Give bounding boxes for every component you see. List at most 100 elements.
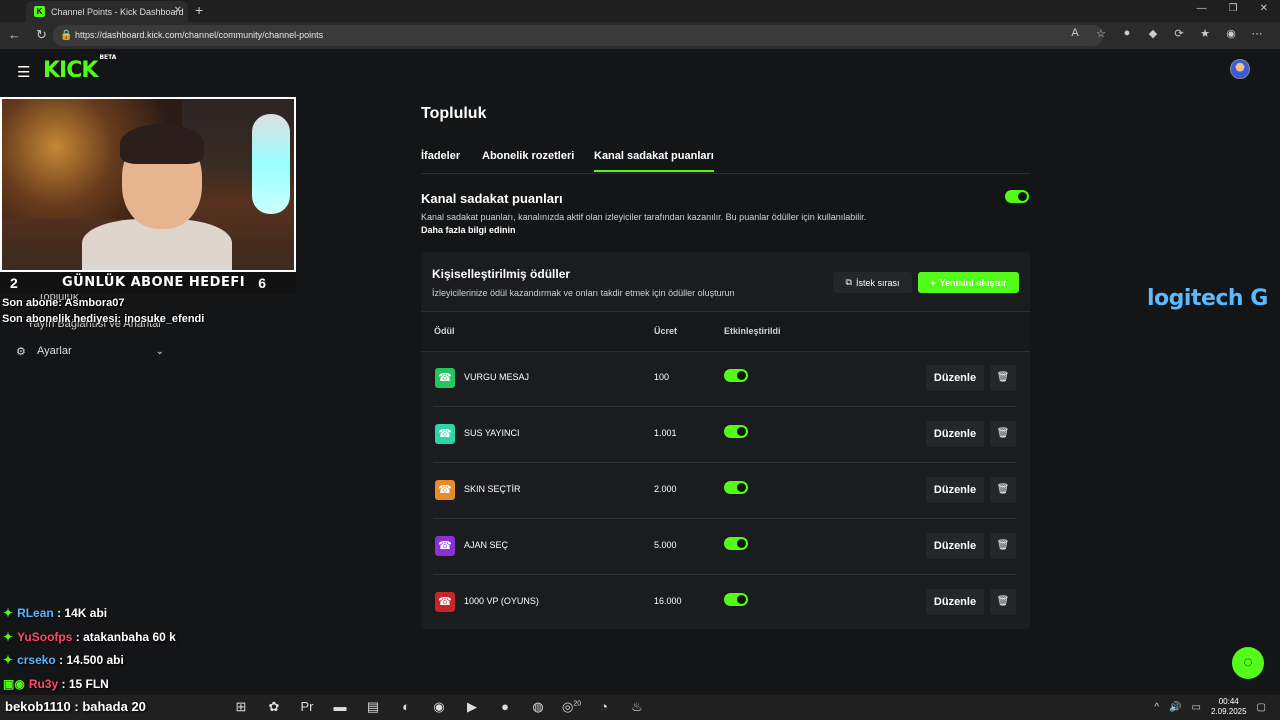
- settings-label: Ayarlar: [37, 345, 72, 357]
- restore-icon[interactable]: ❐: [1229, 3, 1238, 14]
- file-explorer-icon[interactable]: ▬: [331, 699, 349, 715]
- close-window-icon[interactable]: ✕: [1260, 3, 1268, 14]
- edit-button[interactable]: Düzenle: [926, 365, 984, 391]
- section-title: Kanal sadakat puanları: [421, 191, 563, 206]
- edit-button[interactable]: Düzenle: [926, 421, 984, 447]
- trash-icon[interactable]: 🗑: [990, 533, 1016, 559]
- favorites-icon[interactable]: ★: [1198, 27, 1212, 40]
- notification-icon[interactable]: ▢: [1257, 702, 1266, 713]
- reward-name: AJAN SEÇ: [464, 540, 509, 550]
- rewards-panel: Kişiselleştirilmiş ödüller İzleyicilerin…: [421, 252, 1030, 629]
- tab-emotes[interactable]: İfadeler: [421, 150, 460, 162]
- reward-enabled-toggle[interactable]: [724, 593, 748, 606]
- premiere-icon[interactable]: Pr: [298, 699, 316, 715]
- read-aloud-icon[interactable]: A: [1068, 27, 1082, 40]
- reward-enabled-toggle[interactable]: [724, 537, 748, 550]
- sync-icon[interactable]: ⟳: [1172, 27, 1186, 40]
- edit-button[interactable]: Düzenle: [926, 477, 984, 503]
- webcam-overlay: [0, 97, 296, 272]
- edge-icon[interactable]: ◐: [397, 699, 415, 715]
- tab-channel-points[interactable]: Kanal sadakat puanları: [594, 150, 714, 172]
- badge-icon: ✦: [3, 653, 14, 667]
- col-cost: Ücret: [654, 326, 678, 336]
- task-view-icon[interactable]: ⊞: [232, 699, 250, 715]
- clock[interactable]: 00:44 2.09.2025: [1211, 697, 1247, 717]
- browser-tab-bar: K Channel Points - Kick Dashboard ✕ + — …: [0, 0, 1280, 22]
- whatsapp-icon[interactable]: ◎20: [562, 699, 581, 715]
- tab-title: Channel Points - Kick Dashboard: [51, 6, 184, 17]
- support-chat-icon[interactable]: ◌: [1232, 647, 1264, 679]
- chat-user: Ru3y: [28, 677, 59, 691]
- reward-icon: ☎: [435, 536, 455, 556]
- app-icon[interactable]: ●: [496, 699, 514, 715]
- channel-points-toggle[interactable]: [1005, 190, 1029, 203]
- more-icon[interactable]: ⋯: [1250, 27, 1264, 40]
- trash-icon[interactable]: 🗑: [990, 365, 1016, 391]
- create-new-button[interactable]: + Yenisini oluştur: [918, 272, 1019, 293]
- menu-icon[interactable]: ☰: [17, 63, 30, 81]
- url-text: https://dashboard.kick.com/channel/commu…: [75, 30, 324, 40]
- overlay-chat-text: bekob1110 : bahada 20: [5, 699, 146, 714]
- trash-icon[interactable]: 🗑: [990, 421, 1016, 447]
- learn-more-link[interactable]: Daha fazla bilgi edinin: [421, 225, 516, 235]
- discord-icon[interactable]: ◍: [529, 699, 547, 715]
- chevron-up-icon[interactable]: ^: [1154, 702, 1159, 713]
- col-enabled: Etkinleştirildi: [724, 326, 781, 336]
- kick-logo[interactable]: KICKBETA: [43, 54, 116, 83]
- chat-line: ▣◉ Ru3y : 15 FLN: [3, 677, 109, 691]
- close-tab-icon[interactable]: ✕: [174, 5, 182, 16]
- chat-user: crseko: [17, 653, 56, 667]
- request-queue-button[interactable]: ⧉ İstek sırası: [833, 272, 912, 293]
- reward-cost: 16.000: [654, 596, 682, 606]
- minimize-icon[interactable]: —: [1197, 3, 1207, 14]
- sponsor-logo: logitech G: [1147, 286, 1268, 311]
- plus-icon: +: [930, 277, 936, 288]
- last-sub-text: Son abone: Asmbora07: [2, 297, 125, 309]
- reward-enabled-toggle[interactable]: [724, 425, 748, 438]
- app-icon[interactable]: ▤: [364, 699, 382, 715]
- goal-target: 6: [258, 275, 266, 291]
- gear-icon: ⚙: [16, 345, 26, 358]
- goal-current: 2: [10, 275, 18, 291]
- reward-cost: 5.000: [654, 540, 677, 550]
- app-icon[interactable]: ▶: [463, 699, 481, 715]
- extension-icon[interactable]: ●: [1120, 27, 1134, 40]
- display-icon[interactable]: ▭: [1192, 702, 1201, 713]
- lock-icon: 🔒: [60, 30, 73, 41]
- trash-icon[interactable]: 🗑: [990, 477, 1016, 503]
- reward-name: VURGU MESAJ: [464, 372, 530, 382]
- rewards-title: Kişiselleştirilmiş ödüller: [432, 267, 571, 281]
- reward-icon: ☎: [435, 424, 455, 444]
- back-icon[interactable]: ←: [8, 27, 21, 43]
- browser-tab[interactable]: K Channel Points - Kick Dashboard ✕: [26, 1, 188, 22]
- url-input[interactable]: 🔒 https://dashboard.kick.com/channel/com…: [53, 25, 1103, 46]
- trash-icon[interactable]: 🗑: [990, 589, 1016, 615]
- copilot-icon[interactable]: ✿: [265, 699, 283, 715]
- steam-icon[interactable]: ♨: [628, 699, 646, 715]
- chevron-down-icon[interactable]: ⌄: [156, 346, 164, 357]
- edit-button[interactable]: Düzenle: [926, 589, 984, 615]
- reward-cost: 2.000: [654, 484, 677, 494]
- reward-enabled-toggle[interactable]: [724, 481, 748, 494]
- sidebar-item-settings[interactable]: ⚙ Ayarlar ⌄: [16, 343, 164, 359]
- extension-icon[interactable]: ◆: [1146, 27, 1160, 40]
- tab-sub-badges[interactable]: Abonelik rozetleri: [482, 150, 574, 162]
- reward-enabled-toggle[interactable]: [724, 369, 748, 382]
- refresh-icon[interactable]: ↻: [36, 27, 47, 43]
- kick-favicon-icon: K: [34, 6, 45, 17]
- obs-icon[interactable]: ◔: [595, 699, 613, 715]
- clock-time: 00:44: [1218, 697, 1239, 706]
- user-avatar[interactable]: [1230, 59, 1250, 79]
- create-new-label: Yenisini oluştur: [939, 277, 1007, 288]
- table-row: ☎ SUS YAYINCI 1.001 Düzenle 🗑: [433, 407, 1016, 463]
- spotify-icon[interactable]: ◉: [430, 699, 448, 715]
- last-gift-text: Son abonelik hediyesi: inosuke_efendi: [2, 313, 205, 325]
- reward-name: 1000 VP (OYUNS): [464, 596, 539, 606]
- favorite-star-icon[interactable]: ☆: [1094, 27, 1108, 40]
- profile-icon[interactable]: ◉: [1224, 27, 1238, 40]
- request-queue-label: İstek sırası: [855, 277, 900, 288]
- edit-button[interactable]: Düzenle: [926, 533, 984, 559]
- page-title: Topluluk: [421, 105, 487, 122]
- new-tab-button[interactable]: +: [195, 2, 203, 18]
- volume-icon[interactable]: 🔊: [1169, 702, 1181, 713]
